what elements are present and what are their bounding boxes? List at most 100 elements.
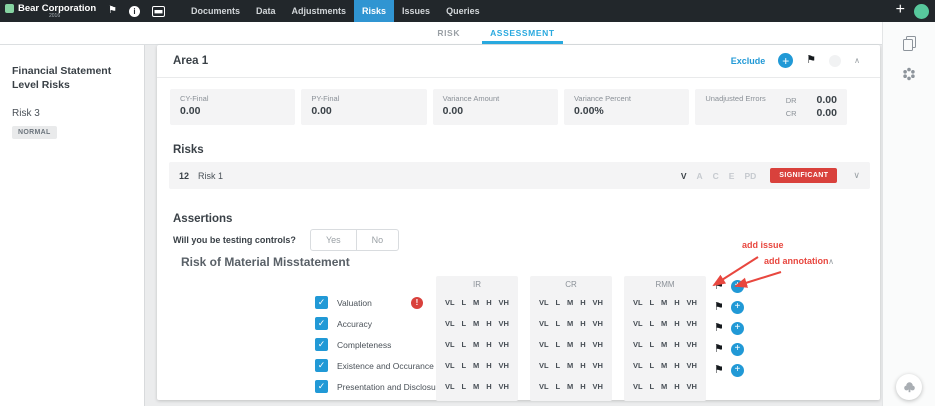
nav-item-issues[interactable]: Issues (394, 0, 438, 22)
scale-option-m[interactable]: M (661, 298, 667, 307)
assertion-letter-a[interactable]: A (697, 171, 703, 181)
scale-option-vh[interactable]: VH (687, 382, 697, 391)
scale-option-h[interactable]: H (486, 319, 491, 328)
assertion-letter-v[interactable]: V (681, 171, 687, 181)
nav-item-adjustments[interactable]: Adjustments (284, 0, 355, 22)
scale-option-vl[interactable]: VL (539, 382, 549, 391)
scale-option-m[interactable]: M (473, 298, 479, 307)
nav-item-risks[interactable]: Risks (354, 0, 394, 22)
documents-panel-icon[interactable] (903, 36, 916, 51)
scale-option-l[interactable]: L (556, 298, 561, 307)
scale-option-m[interactable]: M (473, 340, 479, 349)
scale-option-h[interactable]: H (486, 382, 491, 391)
scale-option-m[interactable]: M (567, 382, 573, 391)
scale-option-l[interactable]: L (650, 382, 655, 391)
assertion-checkbox[interactable]: ✓ (315, 296, 328, 309)
scale-option-m[interactable]: M (567, 319, 573, 328)
scale-option-vh[interactable]: VH (499, 319, 509, 328)
help-button[interactable] (896, 374, 922, 400)
add-risk-button[interactable]: + (778, 53, 793, 68)
scale-option-l[interactable]: L (462, 340, 467, 349)
add-annotation-button[interactable]: + (731, 364, 744, 377)
scale-option-vh[interactable]: VH (499, 361, 509, 370)
scale-option-h[interactable]: H (486, 298, 491, 307)
status-circle[interactable] (829, 55, 841, 67)
scale-option-h[interactable]: H (674, 319, 679, 328)
flag-icon[interactable]: ⚑ (806, 55, 816, 66)
add-annotation-button[interactable]: + (731, 301, 744, 314)
scale-option-vl[interactable]: VL (633, 298, 643, 307)
scale-option-h[interactable]: H (674, 382, 679, 391)
flag-icon[interactable]: ⚑ (108, 6, 117, 16)
scale-option-h[interactable]: H (580, 382, 585, 391)
scale-option-vh[interactable]: VH (593, 298, 603, 307)
scale-option-vl[interactable]: VL (633, 382, 643, 391)
rmm-collapse-chevron-icon[interactable]: ∧ (828, 258, 834, 266)
risk-row[interactable]: 12 Risk 1 VACEPD SIGNIFICANT ∨ (169, 162, 870, 189)
scale-option-vl[interactable]: VL (539, 361, 549, 370)
nav-item-data[interactable]: Data (248, 0, 284, 22)
scale-option-h[interactable]: H (486, 340, 491, 349)
scale-option-l[interactable]: L (556, 319, 561, 328)
scale-option-vl[interactable]: VL (633, 361, 643, 370)
add-issue-flag-icon[interactable]: ⚑ (714, 302, 724, 313)
scale-option-h[interactable]: H (580, 298, 585, 307)
scale-option-l[interactable]: L (556, 382, 561, 391)
expand-chevron-icon[interactable]: ∨ (853, 170, 860, 181)
assertion-letter-pd[interactable]: PD (744, 171, 756, 181)
scale-option-l[interactable]: L (462, 361, 467, 370)
scale-option-vh[interactable]: VH (593, 382, 603, 391)
sidebar-item-risk-3[interactable]: Risk 3 (12, 108, 136, 119)
add-annotation-button[interactable]: + (731, 343, 744, 356)
assertion-checkbox[interactable]: ✓ (315, 338, 328, 351)
assertion-checkbox[interactable]: ✓ (315, 317, 328, 330)
scale-option-l[interactable]: L (462, 382, 467, 391)
scale-option-l[interactable]: L (650, 340, 655, 349)
apps-icon[interactable] (902, 67, 916, 81)
report-icon[interactable] (152, 6, 165, 17)
scale-option-m[interactable]: M (567, 361, 573, 370)
assertion-checkbox[interactable]: ✓ (315, 359, 328, 372)
assertion-checkbox[interactable]: ✓ (315, 380, 328, 393)
assertion-letter-e[interactable]: E (729, 171, 735, 181)
scale-option-l[interactable]: L (556, 340, 561, 349)
exclude-link[interactable]: Exclude (731, 56, 766, 66)
scale-option-vh[interactable]: VH (687, 361, 697, 370)
scale-option-m[interactable]: M (661, 340, 667, 349)
scale-option-m[interactable]: M (567, 298, 573, 307)
scale-option-vl[interactable]: VL (445, 340, 455, 349)
scale-option-vl[interactable]: VL (445, 298, 455, 307)
scale-option-vh[interactable]: VH (593, 319, 603, 328)
add-issue-flag-icon[interactable]: ⚑ (714, 344, 724, 355)
yes-button[interactable]: Yes (311, 230, 356, 250)
scale-option-vh[interactable]: VH (593, 340, 603, 349)
collapse-chevron-icon[interactable]: ∧ (854, 57, 860, 65)
scale-option-vl[interactable]: VL (445, 361, 455, 370)
tab-risk[interactable]: RISK (429, 28, 468, 44)
scale-option-m[interactable]: M (473, 382, 479, 391)
scale-option-vl[interactable]: VL (539, 340, 549, 349)
scale-option-vl[interactable]: VL (445, 319, 455, 328)
scale-option-vl[interactable]: VL (445, 382, 455, 391)
scale-option-vl[interactable]: VL (633, 319, 643, 328)
no-button[interactable]: No (356, 230, 399, 250)
scale-option-l[interactable]: L (650, 361, 655, 370)
scale-option-m[interactable]: M (661, 361, 667, 370)
scale-option-h[interactable]: H (674, 340, 679, 349)
nav-item-documents[interactable]: Documents (183, 0, 248, 22)
add-issue-flag-icon[interactable]: ⚑ (714, 365, 724, 376)
add-issue-flag-icon[interactable]: ⚑ (714, 323, 724, 334)
add-icon[interactable]: + (896, 2, 905, 18)
scale-option-vl[interactable]: VL (633, 340, 643, 349)
nav-item-queries[interactable]: Queries (438, 0, 488, 22)
scale-option-h[interactable]: H (674, 298, 679, 307)
assertion-letter-c[interactable]: C (713, 171, 719, 181)
scale-option-l[interactable]: L (556, 361, 561, 370)
add-issue-flag-icon[interactable]: ⚑ (714, 281, 724, 292)
scale-option-m[interactable]: M (661, 319, 667, 328)
scale-option-vl[interactable]: VL (539, 319, 549, 328)
avatar[interactable] (914, 4, 929, 19)
scale-option-vh[interactable]: VH (687, 340, 697, 349)
scale-option-vl[interactable]: VL (539, 298, 549, 307)
scale-option-h[interactable]: H (580, 319, 585, 328)
